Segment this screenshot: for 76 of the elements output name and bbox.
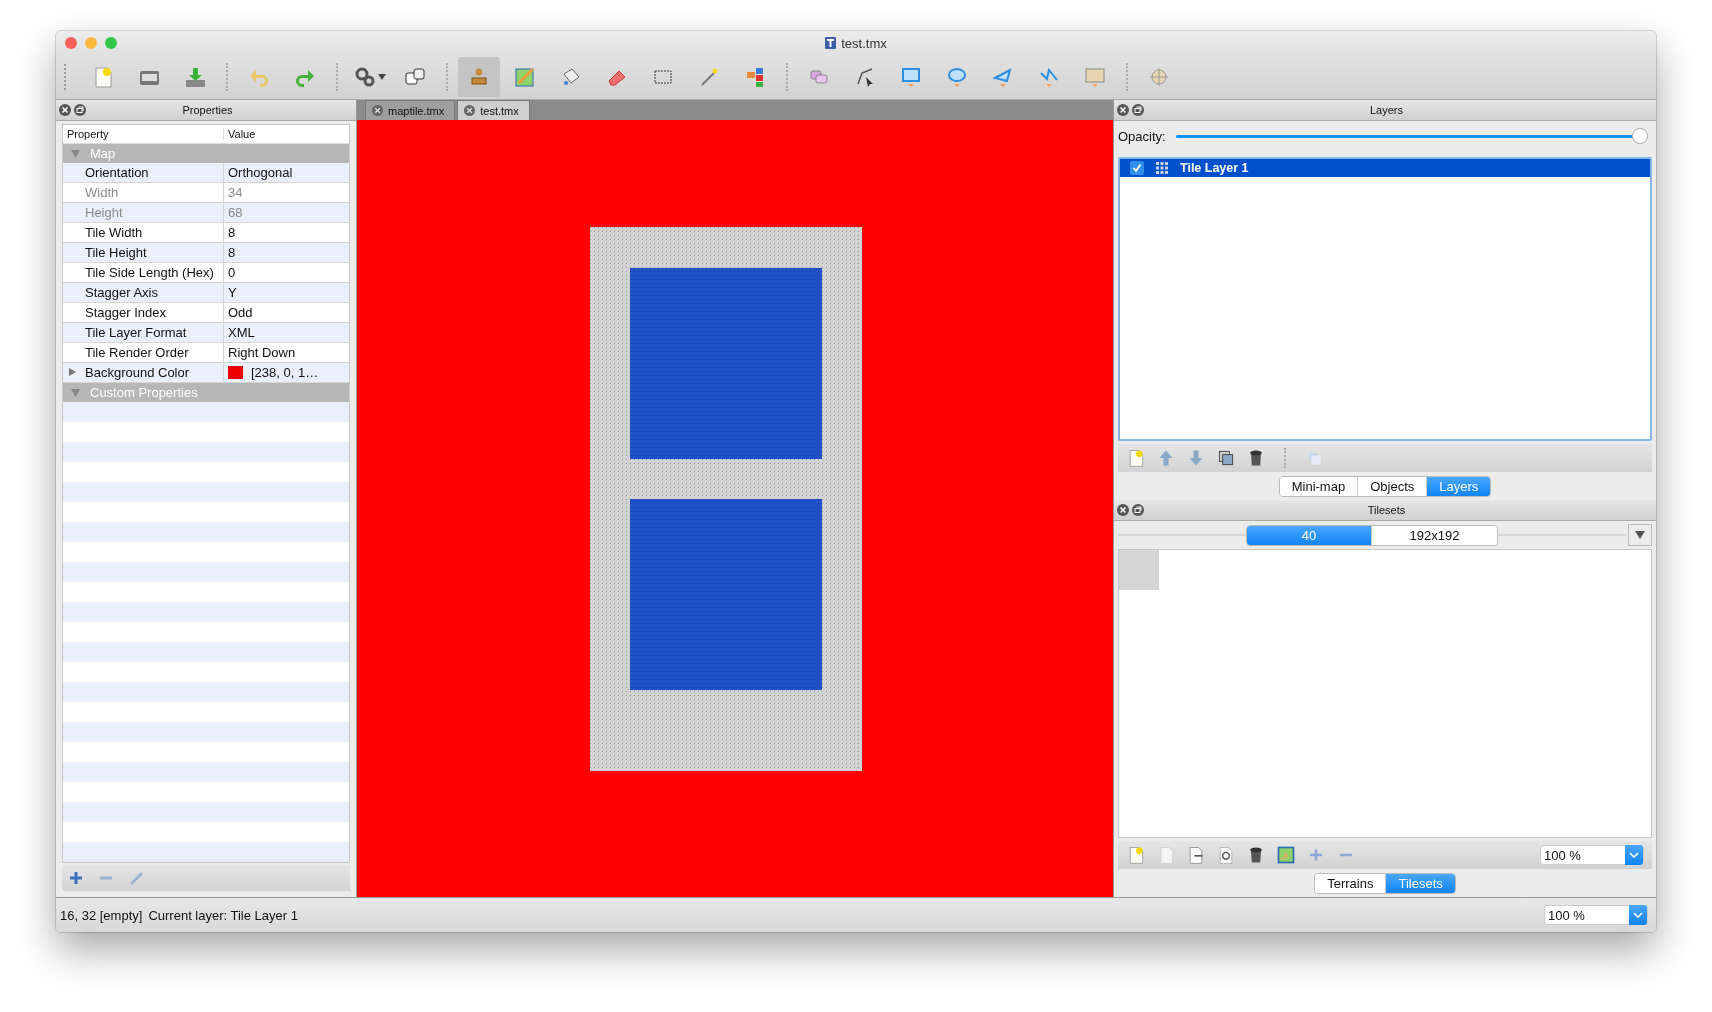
property-value[interactable]: 0 [228, 265, 236, 280]
document-tab[interactable]: test.tmx [457, 100, 530, 120]
property-name: Height [85, 205, 123, 220]
zoom-combo[interactable]: 100 % [1544, 905, 1648, 925]
opacity-slider[interactable] [1175, 127, 1648, 145]
float-icon[interactable] [74, 104, 86, 116]
pencil-icon[interactable] [128, 870, 144, 886]
property-name: Background Color [85, 365, 190, 380]
close-button[interactable] [65, 37, 77, 49]
terrain-icon [513, 65, 537, 89]
slider-thumb[interactable] [1632, 128, 1648, 144]
property-value[interactable]: Right Down [228, 345, 296, 360]
ellipse-icon [945, 65, 969, 89]
cursor-position: 16, 32 [empty] [60, 907, 143, 923]
property-name: Tile Side Length (Hex) [85, 265, 214, 280]
caret-icon [1635, 531, 1645, 539]
zoom-combo[interactable]: 100 % [1540, 845, 1644, 865]
chevron-icon [1633, 911, 1643, 919]
layer-name: Tile Layer 1 [1180, 161, 1249, 175]
close-icon[interactable] [1117, 104, 1129, 116]
tile[interactable] [1119, 550, 1159, 590]
disclosure-icon[interactable] [69, 368, 76, 376]
group-label: Custom Properties [90, 385, 198, 400]
float-icon[interactable] [1132, 504, 1144, 516]
plus-icon[interactable] [68, 870, 84, 886]
duplicate-icon[interactable] [1216, 448, 1236, 468]
close-icon[interactable] [59, 104, 71, 116]
grid-icon [1156, 162, 1168, 174]
group-label: Map [90, 146, 116, 161]
tabs-menu-button[interactable] [1628, 524, 1652, 546]
window-title: test.tmx [841, 35, 887, 51]
property-name: Tile Width [85, 225, 143, 240]
tileset-image-icon[interactable] [1276, 845, 1296, 865]
document-icon [825, 37, 837, 49]
property-value[interactable]: 8 [228, 225, 236, 240]
property-value[interactable]: [238, 0, 1… [251, 365, 319, 380]
panel-title: Properties [181, 104, 234, 116]
panel-title: Tilesets [1366, 504, 1407, 516]
property-value[interactable]: Y [228, 285, 237, 300]
layer-row[interactable]: Tile Layer 1 [1120, 159, 1650, 177]
property-value[interactable]: 8 [228, 245, 236, 260]
property-value[interactable]: XML [228, 325, 255, 340]
chevron-icon [1629, 851, 1639, 859]
visibility-checkbox[interactable] [1130, 161, 1144, 175]
property-name: Stagger Axis [85, 285, 158, 300]
column-header: Property [63, 128, 224, 140]
rectangle-icon [899, 65, 923, 89]
property-name: Orientation [85, 165, 149, 180]
image-icon [1083, 65, 1107, 89]
float-icon[interactable] [1132, 104, 1144, 116]
panel-title: Layers [1369, 104, 1404, 116]
minimize-button[interactable] [85, 37, 97, 49]
close-icon[interactable] [1117, 504, 1129, 516]
document-tab[interactable]: maptile.tmx [365, 100, 456, 120]
property-value[interactable]: Odd [228, 305, 253, 320]
panel-tab[interactable]: Terrains [1315, 873, 1387, 893]
panel-tab[interactable]: Mini-map [1279, 476, 1359, 496]
property-value[interactable]: Orthogonal [228, 165, 293, 180]
polyline-icon [1037, 65, 1061, 89]
property-name: Tile Render Order [85, 345, 189, 360]
property-name: Tile Layer Format [85, 325, 187, 340]
property-name: Width [85, 185, 119, 200]
property-name: Tile Height [85, 245, 147, 260]
property-name: Stagger Index [85, 305, 166, 320]
column-header: Value [227, 128, 257, 140]
tab-label: test.tmx [480, 104, 519, 117]
crosshair-icon [1147, 65, 1171, 89]
save-icon [183, 65, 207, 89]
close-icon[interactable] [464, 105, 476, 116]
opacity-label: Opacity: [1118, 128, 1166, 144]
tab-label: maptile.tmx [388, 104, 445, 117]
toolbar-button[interactable] [458, 57, 500, 97]
caret-icon [377, 74, 386, 80]
close-icon[interactable] [372, 105, 383, 116]
zoom-button[interactable] [105, 37, 117, 49]
current-layer-label: Current layer: Tile Layer 1 [148, 907, 298, 923]
